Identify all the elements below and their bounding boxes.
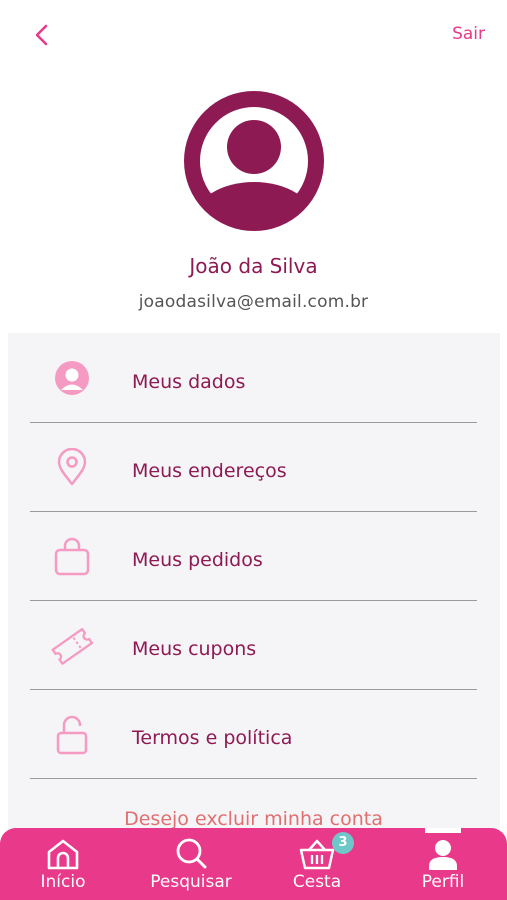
avatar [170,90,338,232]
menu-item-label: Termos e política [132,727,293,749]
location-pin-icon [50,447,94,488]
nav-item-label: Cesta [292,872,342,892]
menu-item-meus-dados[interactable]: Meus dados [30,333,477,423]
ticket-icon [50,626,94,666]
back-button[interactable] [30,20,54,50]
bottom-navigation: Início Pesquisar Cesta Perfil [0,828,507,900]
user-icon [423,836,463,872]
logout-button[interactable]: Sair [452,24,485,44]
cart-count-badge: 3 [332,832,354,854]
user-avatar-icon [184,91,324,231]
menu-item-meus-enderecos[interactable]: Meus endereços [30,422,477,512]
user-name: João da Silva [189,254,318,278]
nav-item-inicio[interactable]: Início [8,828,118,900]
unlock-icon [50,715,94,755]
nav-item-pesquisar[interactable]: Pesquisar [136,828,246,900]
menu-item-meus-cupons[interactable]: Meus cupons [30,600,477,690]
shopping-bag-icon [50,537,94,577]
nav-item-cesta[interactable]: Cesta [262,828,372,900]
menu-item-termos-politica[interactable]: Termos e política [30,689,477,779]
home-icon [43,836,83,872]
menu-item-meus-pedidos[interactable]: Meus pedidos [30,511,477,601]
basket-icon [297,836,337,872]
delete-account-link[interactable]: Desejo excluir minha conta [0,808,507,830]
chevron-left-icon [35,24,48,46]
nav-item-label: Início [40,872,86,892]
menu-item-label: Meus pedidos [132,549,263,571]
search-icon [171,836,211,872]
menu-item-label: Meus dados [132,371,246,393]
nav-item-label: Perfil [421,872,465,892]
active-tab-indicator [425,828,461,833]
menu-item-label: Meus endereços [132,460,287,482]
menu-item-label: Meus cupons [132,638,257,660]
nav-item-label: Pesquisar [150,872,232,892]
user-circle-icon [50,359,94,399]
nav-item-perfil[interactable]: Perfil [388,828,498,900]
user-email: joaodasilva@email.com.br [138,292,369,312]
